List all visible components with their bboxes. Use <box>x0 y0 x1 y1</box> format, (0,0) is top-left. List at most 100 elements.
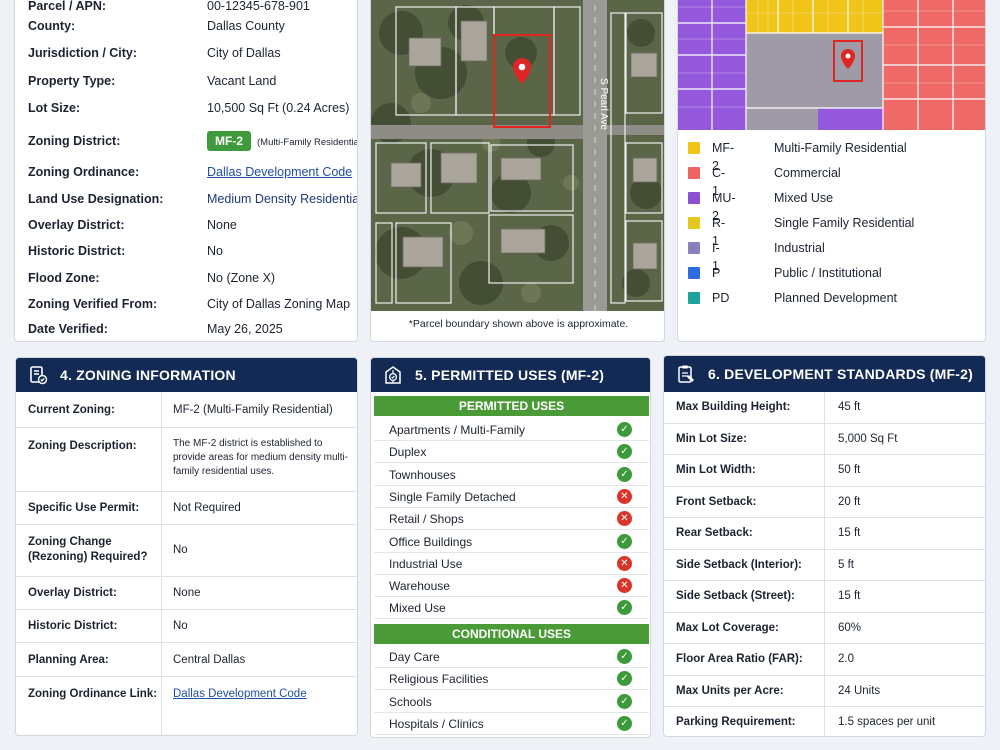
legend-swatch <box>688 217 700 229</box>
legend-name: Planned Development <box>774 291 897 305</box>
legend-swatch <box>688 192 700 204</box>
development-standards-card: 6. DEVELOPMENT STANDARDS (MF-2) Max Buil… <box>663 355 986 737</box>
zoning-info-value: No <box>173 620 188 632</box>
zoning-info-label: Overlay District: <box>28 587 117 599</box>
standard-value: 24 Units <box>838 684 881 697</box>
development-standards-header: 6. DEVELOPMENT STANDARDS (MF-2) <box>664 356 985 392</box>
detail-row-property-type: Property Type: Vacant Land <box>28 71 357 91</box>
check-circle-icon: ✓ <box>617 715 632 731</box>
legend-swatch <box>688 142 700 154</box>
detail-row-parcel: Parcel / APN: 00-12345-678-901 <box>28 0 357 16</box>
standard-row: Rear Setback: 15 ft <box>664 518 985 550</box>
use-name: Single Family Detached <box>389 489 516 504</box>
detail-value: Vacant Land <box>207 74 277 88</box>
standard-label: Max Lot Coverage: <box>676 621 779 634</box>
zoning-info-label: Specific Use Permit: <box>28 502 140 514</box>
check-circle-icon: ✓ <box>617 649 632 664</box>
conditional-uses-band: CONDITIONAL USES <box>374 624 649 644</box>
check-circle-icon: ✓ <box>617 693 632 709</box>
detail-label: Property Type: <box>28 74 116 88</box>
use-row: Religious Facilities ✓ <box>374 668 649 691</box>
standard-row: Min Lot Width: 50 ft <box>664 455 985 487</box>
standard-value: 5 ft <box>838 558 854 571</box>
detail-row-lot-size: Lot Size: 10,500 Sq Ft (0.24 Acres) <box>28 98 357 118</box>
zoning-information-header: 4. ZONING INFORMATION <box>16 358 357 392</box>
legend-code: P <box>712 266 721 280</box>
check-circle-icon: ✓ <box>617 600 632 616</box>
detail-row-date-verified: Date Verified: May 26, 2025 <box>28 319 357 339</box>
standard-value: 1.5 spaces per unit <box>838 716 936 728</box>
detail-label: Zoning District: <box>28 134 121 148</box>
use-row: Duplex ✓ <box>374 441 649 464</box>
zoning-info-value: Central Dallas <box>173 654 246 666</box>
property-details-card: Parcel / APN: 00-12345-678-901 County: D… <box>14 0 358 342</box>
detail-label: Flood Zone: <box>28 271 100 285</box>
detail-value: City of Dallas Zoning Map <box>207 297 351 311</box>
zoning-info-row: Zoning Description: The MF-2 district is… <box>16 428 357 492</box>
standard-label: Parking Requirement: <box>676 716 796 728</box>
standard-label: Min Lot Width: <box>676 464 756 476</box>
zoning-badge-description: (Multi-Family Residential) <box>257 137 358 148</box>
standard-label: Rear Setback: <box>676 527 753 539</box>
detail-label: Zoning Verified From: <box>28 297 158 311</box>
x-circle-icon: ✕ <box>617 488 632 504</box>
zoning-map[interactable] <box>678 0 986 130</box>
zoning-info-row: Historic District: No <box>16 610 357 643</box>
aerial-map[interactable]: S Pearl Ave <box>371 0 665 311</box>
use-row: Warehouse ✕ <box>374 575 649 598</box>
zoning-information-card: 4. ZONING INFORMATION Current Zoning: MF… <box>15 357 358 736</box>
zoning-info-row: Current Zoning: MF-2 (Multi-Family Resid… <box>16 392 357 428</box>
legend-code: PD <box>712 291 730 305</box>
legend-name: Commercial <box>774 166 841 180</box>
zoning-info-row: Zoning Change (Rezoning) Required? No <box>16 525 357 577</box>
zoning-info-row: Planning Area: Central Dallas <box>16 643 357 677</box>
use-row: Townhouses ✓ <box>374 464 649 486</box>
use-name: Retail / Shops <box>389 512 464 527</box>
permitted-uses-card: 5. PERMITTED USES (MF-2) PERMITTED USES … <box>370 357 651 738</box>
standard-label: Front Setback: <box>676 495 757 508</box>
development-standards-title: 6. DEVELOPMENT STANDARDS (MF-2) <box>708 366 973 382</box>
check-circle-icon: ✓ <box>617 533 632 549</box>
zoning-ordinance-link[interactable]: Dallas Development Code <box>207 162 352 182</box>
use-name: Mixed Use <box>389 601 446 616</box>
check-circle-icon: ✓ <box>617 671 632 687</box>
detail-value: No (Zone X) <box>207 271 276 285</box>
zoning-info-label: Historic District: <box>28 620 118 632</box>
zoning-info-label: Zoning Ordinance Link: <box>28 688 158 700</box>
use-row: Mixed Use ✓ <box>374 597 649 620</box>
zoning-info-value: Not Required <box>173 502 241 514</box>
zoning-badge: MF-2 <box>207 131 251 151</box>
zoning-info-row: Overlay District: None <box>16 577 357 610</box>
legend-swatch <box>688 292 700 304</box>
zoning-info-label: Current Zoning: <box>28 404 115 416</box>
detail-row-land-use: Land Use Designation: Medium Density Res… <box>28 189 357 209</box>
standard-label: Floor Area Ratio (FAR): <box>676 653 803 665</box>
detail-row-verified-from: Zoning Verified From: City of Dallas Zon… <box>28 294 357 314</box>
permitted-uses-band: PERMITTED USES <box>374 396 649 416</box>
detail-row-zoning-ordinance: Zoning Ordinance: Dallas Development Cod… <box>28 162 357 182</box>
check-circle-icon: ✓ <box>617 466 632 482</box>
legend-name: Multi-Family Residential <box>774 141 907 155</box>
legend-name: Mixed Use <box>774 191 834 205</box>
clipboard-ruler-icon <box>678 365 694 383</box>
detail-value: No <box>207 244 223 258</box>
legend-name: Single Family Residential <box>774 216 915 230</box>
building-check-icon <box>385 366 401 384</box>
permitted-uses-title: 5. PERMITTED USES (MF-2) <box>415 367 605 383</box>
detail-label: Lot Size: <box>28 101 81 115</box>
zoning-info-value: No <box>173 544 188 556</box>
detail-value: City of Dallas <box>207 46 281 60</box>
zoning-info-label: Zoning Change (Rezoning) Required? <box>28 536 148 563</box>
legend-name: Industrial <box>774 241 825 255</box>
street-label: S Pearl Ave <box>598 78 609 131</box>
standard-label: Min Lot Size: <box>676 432 747 445</box>
standard-value: 60% <box>838 621 862 634</box>
dallas-development-code-link[interactable]: Dallas Development Code <box>173 687 351 702</box>
use-row: Industrial Use ✕ <box>374 553 649 575</box>
x-circle-icon: ✕ <box>617 555 632 571</box>
standard-row: Side Setback (Interior): 5 ft <box>664 550 985 581</box>
standard-value: 5,000 Sq Ft <box>838 432 898 445</box>
standard-label: Side Setback (Street): <box>676 590 795 602</box>
use-row: Apartments / Multi-Family ✓ <box>374 419 649 441</box>
standard-row: Max Units per Acre: 24 Units <box>664 676 985 707</box>
